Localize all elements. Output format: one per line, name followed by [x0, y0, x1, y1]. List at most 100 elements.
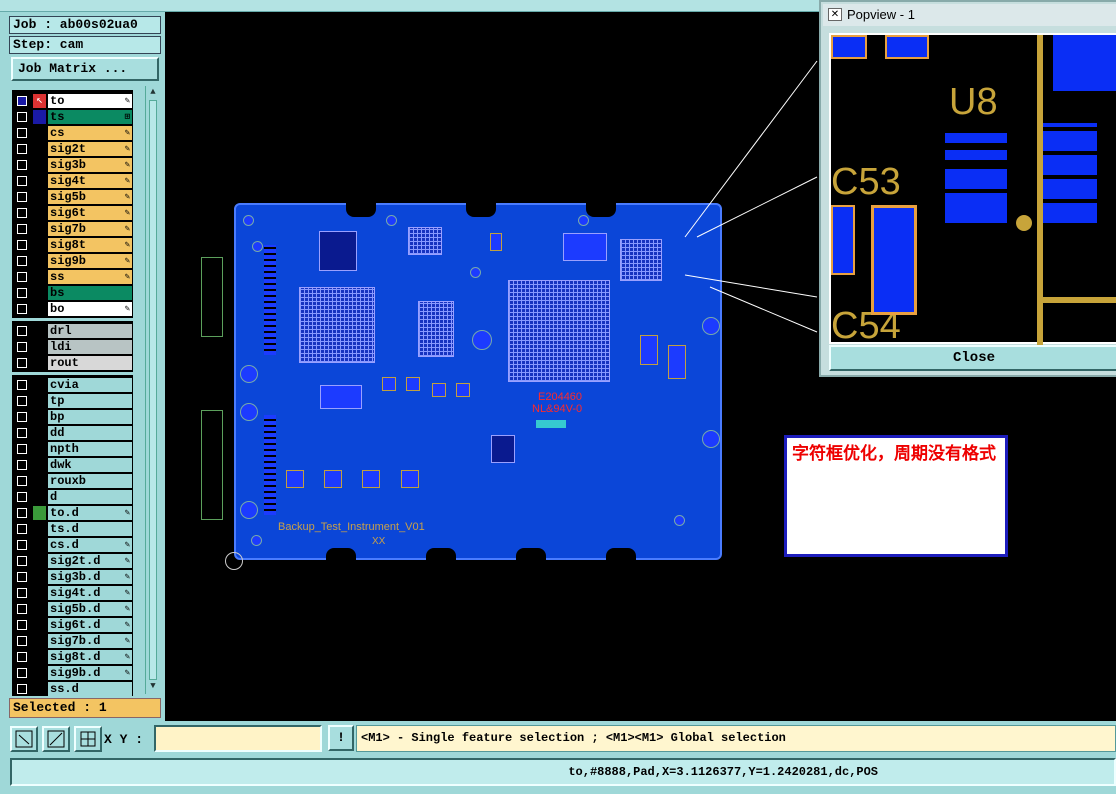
xy-input[interactable] — [154, 725, 322, 752]
layer-name[interactable]: bo ✎ — [48, 302, 132, 316]
layer-checkbox[interactable] — [17, 272, 27, 282]
layer-row-bs[interactable]: bs — [14, 285, 132, 301]
layer-checkbox[interactable] — [17, 128, 27, 138]
popview-close-button[interactable]: Close — [829, 345, 1116, 371]
layer-color-swatch[interactable] — [33, 458, 46, 472]
layer-color-swatch[interactable] — [33, 442, 46, 456]
layer-row-ts[interactable]: ts ⊞ — [14, 109, 132, 125]
popview-zoom-view[interactable]: U8 C53 C54 — [829, 33, 1116, 346]
layer-row-to-d[interactable]: to.d ✎ — [14, 505, 132, 521]
layer-name[interactable]: sig4t ✎ — [48, 174, 132, 188]
layer-row-cs-d[interactable]: cs.d ✎ — [14, 537, 132, 553]
layer-name[interactable]: ts ⊞ — [48, 110, 132, 124]
layer-row-sig6t-d[interactable]: sig6t.d ✎ — [14, 617, 132, 633]
layer-checkbox[interactable] — [17, 668, 27, 678]
layer-name[interactable]: dd — [48, 426, 132, 440]
layer-name[interactable]: sig6t ✎ — [48, 206, 132, 220]
layer-row-npth[interactable]: npth — [14, 441, 132, 457]
layer-checkbox[interactable] — [17, 572, 27, 582]
layer-color-swatch[interactable] — [33, 206, 46, 220]
layer-row-ss-d[interactable]: ss.d — [14, 681, 132, 697]
layer-checkbox[interactable] — [17, 492, 27, 502]
layer-color-swatch[interactable] — [33, 238, 46, 252]
layer-row-sig8t[interactable]: sig8t ✎ — [14, 237, 132, 253]
layer-checkbox[interactable] — [17, 192, 27, 202]
layer-name[interactable]: ss.d — [48, 682, 132, 696]
layer-name[interactable]: cvia — [48, 378, 132, 392]
layer-checkbox[interactable] — [17, 144, 27, 154]
layer-color-swatch[interactable] — [33, 682, 46, 696]
layer-row-bo[interactable]: bo ✎ — [14, 301, 132, 317]
layer-color-swatch[interactable] — [33, 618, 46, 632]
layer-name[interactable]: sig6t.d ✎ — [48, 618, 132, 632]
layer-color-swatch[interactable] — [33, 506, 46, 520]
layer-row-cs[interactable]: cs ✎ — [14, 125, 132, 141]
layer-checkbox[interactable] — [17, 620, 27, 630]
layer-name[interactable]: ts.d — [48, 522, 132, 536]
warning-button[interactable]: ! — [328, 725, 354, 751]
layer-row-tp[interactable]: tp — [14, 393, 132, 409]
layer-row-dd[interactable]: dd — [14, 425, 132, 441]
layer-color-swatch[interactable] — [33, 634, 46, 648]
layer-checkbox[interactable] — [17, 556, 27, 566]
layer-row-sig2t[interactable]: sig2t ✎ — [14, 141, 132, 157]
layer-color-swatch[interactable] — [33, 302, 46, 316]
layer-color-swatch[interactable] — [33, 554, 46, 568]
layer-name[interactable]: sig2t ✎ — [48, 142, 132, 156]
layer-row-sig5b[interactable]: sig5b ✎ — [14, 189, 132, 205]
work-layer-arrow-icon[interactable]: ↖ — [33, 94, 46, 108]
layer-name[interactable]: bs — [48, 286, 132, 300]
layer-color-swatch[interactable] — [33, 586, 46, 600]
layer-name[interactable]: sig7b ✎ — [48, 222, 132, 236]
zoom-tool-button[interactable] — [10, 726, 38, 752]
layer-checkbox[interactable] — [17, 412, 27, 422]
layer-checkbox[interactable] — [17, 240, 27, 250]
layer-checkbox[interactable] — [17, 460, 27, 470]
scroll-down-icon[interactable]: ▼ — [146, 680, 160, 692]
layer-name[interactable]: rout — [48, 356, 132, 370]
layer-color-swatch[interactable] — [33, 378, 46, 392]
layer-row-to[interactable]: ↖ to ✎ — [14, 93, 132, 109]
layer-row-drl[interactable]: drl — [14, 323, 132, 339]
layer-name[interactable]: sig5b ✎ — [48, 190, 132, 204]
layer-color-swatch[interactable] — [33, 538, 46, 552]
layer-checkbox[interactable] — [17, 428, 27, 438]
layer-checkbox[interactable] — [17, 508, 27, 518]
layer-color-swatch[interactable] — [33, 190, 46, 204]
layer-row-sig9b-d[interactable]: sig9b.d ✎ — [14, 665, 132, 681]
layer-checkbox[interactable] — [17, 256, 27, 266]
layer-row-sig3b-d[interactable]: sig3b.d ✎ — [14, 569, 132, 585]
layer-color-swatch[interactable] — [33, 158, 46, 172]
scroll-track[interactable] — [149, 100, 157, 680]
measure-tool-button[interactable] — [42, 726, 70, 752]
layer-row-cvia[interactable]: cvia — [14, 377, 132, 393]
layer-row-sig6t[interactable]: sig6t ✎ — [14, 205, 132, 221]
layer-name[interactable]: tp — [48, 394, 132, 408]
layer-checkbox[interactable] — [17, 524, 27, 534]
layer-row-ss[interactable]: ss ✎ — [14, 269, 132, 285]
layer-color-swatch[interactable] — [33, 474, 46, 488]
layer-color-swatch[interactable] — [33, 666, 46, 680]
layer-color-swatch[interactable] — [33, 490, 46, 504]
grid-tool-button[interactable] — [74, 726, 102, 752]
layer-row-rout[interactable]: rout — [14, 355, 132, 371]
layer-color-swatch[interactable] — [33, 270, 46, 284]
layer-checkbox[interactable] — [17, 358, 27, 368]
layer-color-swatch[interactable] — [33, 410, 46, 424]
layer-row-sig7b-d[interactable]: sig7b.d ✎ — [14, 633, 132, 649]
layer-row-sig2t-d[interactable]: sig2t.d ✎ — [14, 553, 132, 569]
layer-row-sig9b[interactable]: sig9b ✎ — [14, 253, 132, 269]
layer-checkbox[interactable] — [17, 304, 27, 314]
popview-window[interactable]: ✕ Popview - 1 U8 C53 C54 Close — [819, 0, 1116, 377]
layer-row-sig4t-d[interactable]: sig4t.d ✎ — [14, 585, 132, 601]
layer-name[interactable]: bp — [48, 410, 132, 424]
layer-name[interactable]: d — [48, 490, 132, 504]
popview-titlebar[interactable]: ✕ Popview - 1 — [823, 4, 1116, 26]
layer-checkbox[interactable] — [17, 380, 27, 390]
layer-name[interactable]: sig9b ✎ — [48, 254, 132, 268]
layer-checkbox[interactable] — [17, 604, 27, 614]
layer-checkbox[interactable] — [17, 684, 27, 694]
layer-color-swatch[interactable] — [33, 174, 46, 188]
layer-name[interactable]: to.d ✎ — [48, 506, 132, 520]
layer-name[interactable]: sig3b.d ✎ — [48, 570, 132, 584]
